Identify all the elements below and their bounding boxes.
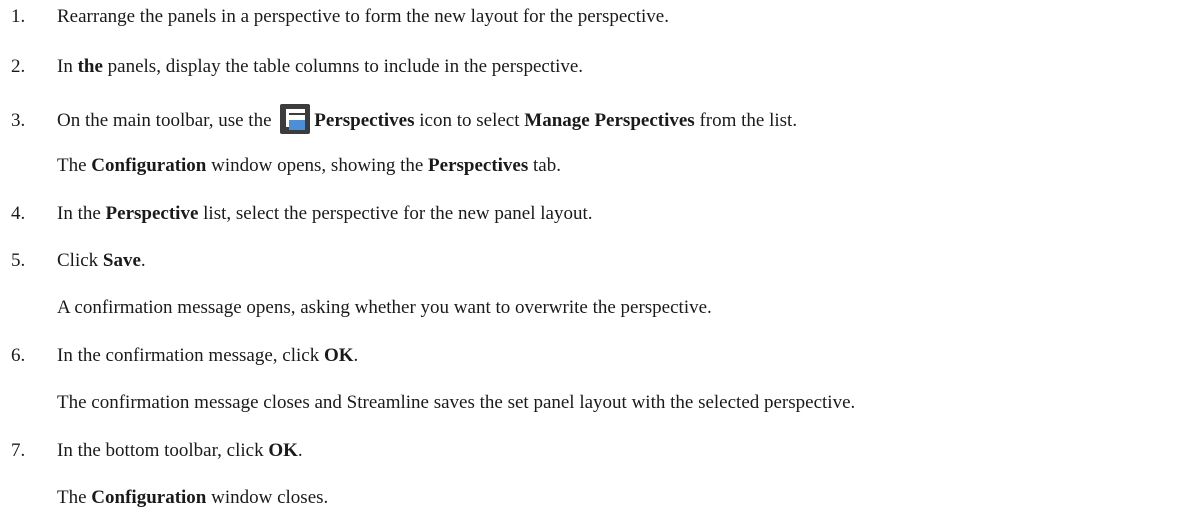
step-number: 5. bbox=[11, 250, 26, 271]
step-number: 7. bbox=[11, 440, 26, 461]
step-1: 1. Rearrange the panels in a perspective… bbox=[0, 4, 1182, 30]
step-note: A confirmation message opens, asking whe… bbox=[57, 297, 712, 318]
step-text: In the Perspective list, select the pers… bbox=[57, 203, 593, 224]
step-6-note: The confirmation message closes and Stre… bbox=[0, 390, 1182, 416]
step-note: The Configuration window opens, showing … bbox=[57, 155, 561, 176]
step-text: In the confirmation message, click OK. bbox=[57, 345, 359, 366]
step-number: 6. bbox=[11, 345, 26, 366]
step-number: 4. bbox=[11, 203, 26, 224]
step-text: Click Save. bbox=[57, 250, 146, 271]
perspectives-icon bbox=[280, 103, 311, 134]
step-5: 5. Click Save. bbox=[0, 248, 1182, 274]
step-number: 1. bbox=[11, 6, 26, 27]
step-3: 3. On the main toolbar, use the Perspect… bbox=[0, 103, 1182, 134]
step-6: 6. In the confirmation message, click OK… bbox=[0, 343, 1182, 369]
step-note: The confirmation message closes and Stre… bbox=[57, 392, 856, 413]
step-text: Rearrange the panels in a perspective to… bbox=[57, 6, 669, 27]
step-3-note: The Configuration window opens, showing … bbox=[0, 153, 1182, 179]
step-text: In the bottom toolbar, click OK. bbox=[57, 440, 303, 461]
step-7-note: The Configuration window closes. bbox=[0, 485, 1182, 511]
step-5-note: A confirmation message opens, asking whe… bbox=[0, 295, 1182, 321]
instruction-document: 1. Rearrange the panels in a perspective… bbox=[0, 0, 1182, 527]
step-text: On the main toolbar, use the Perspective… bbox=[57, 103, 797, 134]
step-7: 7. In the bottom toolbar, click OK. bbox=[0, 438, 1182, 464]
step-4: 4. In the Perspective list, select the p… bbox=[0, 201, 1182, 227]
step-number: 2. bbox=[11, 56, 26, 77]
step-note: The Configuration window closes. bbox=[57, 487, 329, 508]
step-text: In the panels, display the table columns… bbox=[57, 56, 584, 77]
step-number: 3. bbox=[11, 110, 26, 131]
step-2: 2. In the panels, display the table colu… bbox=[0, 54, 1182, 80]
